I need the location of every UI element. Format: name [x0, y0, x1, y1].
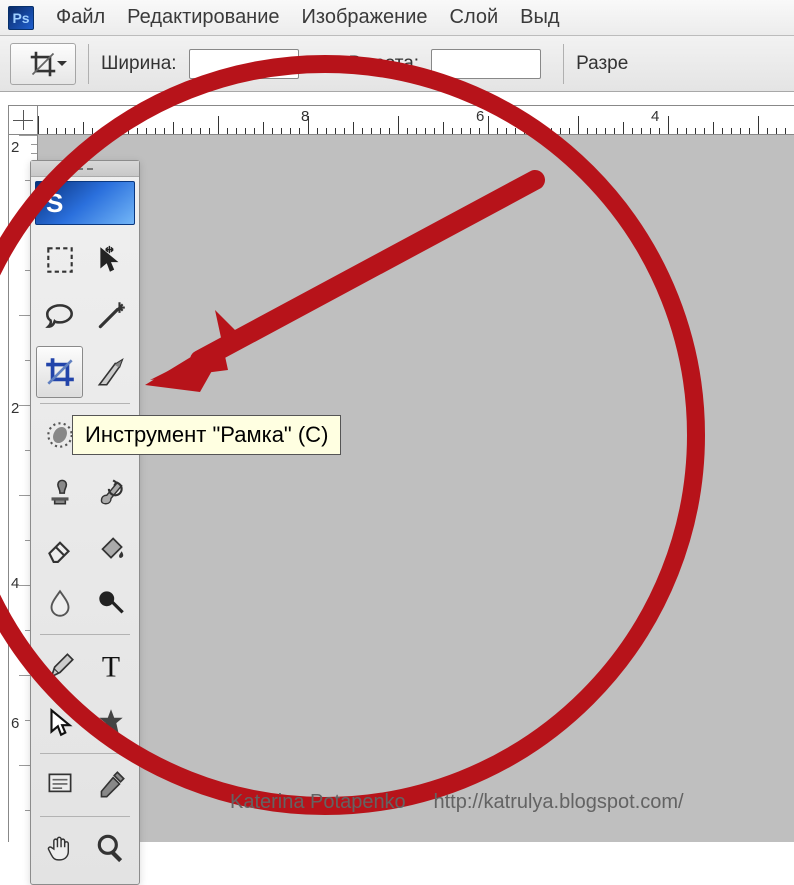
tool-magic-wand[interactable] [87, 290, 134, 342]
tool-path-selection[interactable] [36, 696, 83, 748]
crop-icon [29, 50, 57, 78]
dodge-icon [94, 586, 128, 620]
menu-edit[interactable]: Редактирование [127, 6, 279, 29]
document-canvas[interactable] [38, 135, 794, 842]
eraser-icon [43, 530, 77, 564]
menu-select[interactable]: Выд [520, 6, 559, 29]
ruler-origin[interactable] [8, 105, 38, 135]
author-url: http://katrulya.blogspot.com/ [433, 791, 683, 813]
separator [563, 44, 564, 84]
tool-zoom[interactable] [87, 822, 134, 874]
slice-icon [94, 355, 128, 389]
tool-crop[interactable] [36, 346, 83, 398]
author-name: Katerina Potapenko [230, 791, 406, 813]
tool-hand[interactable] [36, 822, 83, 874]
tool-preset-dropdown[interactable] [11, 44, 75, 84]
ruler-tick-label: 4 [11, 575, 19, 592]
custom-shape-icon [94, 705, 128, 739]
hand-icon [43, 831, 77, 865]
tool-rectangular-marquee[interactable] [36, 234, 83, 286]
app-logo-icon: Ps [8, 6, 34, 30]
eyedropper-icon [94, 768, 128, 802]
ps-logo-mini-icon: S [35, 181, 135, 225]
pen-icon [43, 649, 77, 683]
tool-clone-stamp[interactable] [36, 465, 83, 517]
move-icon [94, 243, 128, 277]
tool-slice[interactable] [87, 346, 134, 398]
tool-eyedropper[interactable] [87, 759, 134, 811]
tool-type[interactable]: T [87, 640, 134, 692]
tool-move[interactable] [87, 234, 134, 286]
photoshop-window: Ps Файл Редактирование Изображение Слой … [0, 0, 794, 842]
menu-bar: Ps Файл Редактирование Изображение Слой … [0, 0, 794, 36]
path-selection-icon [43, 705, 77, 739]
tool-eraser[interactable] [36, 521, 83, 573]
attribution-watermark: Katerina Potapenko http://katrulya.blogs… [230, 791, 684, 814]
ruler-tick-label: 2 [11, 139, 19, 156]
paint-bucket-icon [94, 530, 128, 564]
blur-icon [43, 586, 77, 620]
menu-image[interactable]: Изображение [302, 6, 428, 29]
tool-preset-well[interactable] [10, 43, 76, 85]
ruler-tick-label: 2 [11, 400, 19, 417]
tool-notes[interactable] [36, 759, 83, 811]
tool-lasso[interactable] [36, 290, 83, 342]
menu-layer[interactable]: Слой [450, 6, 499, 29]
clone-stamp-icon [43, 474, 77, 508]
magic-wand-icon [94, 299, 128, 333]
menu-file[interactable]: Файл [56, 6, 105, 29]
swap-dimensions-icon[interactable]: ⇄ [311, 51, 337, 77]
tool-pen[interactable] [36, 640, 83, 692]
zoom-icon [94, 831, 128, 865]
height-input[interactable] [431, 49, 541, 79]
resolution-label: Разре [576, 53, 628, 75]
separator [88, 44, 89, 84]
tool-dodge[interactable] [87, 577, 134, 629]
type-icon: T [94, 649, 128, 683]
ruler-tick-label: 4 [651, 108, 659, 125]
tool-paint-bucket[interactable] [87, 521, 134, 573]
svg-text:T: T [101, 651, 119, 683]
height-label: Высота: [349, 53, 420, 75]
width-label: Ширина: [101, 53, 177, 75]
history-brush-icon [94, 474, 128, 508]
ruler-tick-label: 6 [476, 108, 484, 125]
tool-blur[interactable] [36, 577, 83, 629]
rectangular-marquee-icon [43, 243, 77, 277]
width-input[interactable] [189, 49, 299, 79]
tool-custom-shape[interactable] [87, 696, 134, 748]
panel-grip-icon[interactable] [31, 161, 139, 177]
tools-panel[interactable]: S T [30, 160, 140, 885]
ruler-tick-label: 6 [11, 715, 19, 732]
tool-tooltip: Инструмент "Рамка" (C) [72, 415, 341, 455]
horizontal-ruler[interactable]: 10 8 6 4 [38, 105, 794, 135]
tool-history-brush[interactable] [87, 465, 134, 517]
notes-icon [43, 768, 77, 802]
tool-options-bar: Ширина: ⇄ Высота: Разре [0, 36, 794, 92]
lasso-icon [43, 299, 77, 333]
crop-icon [43, 355, 77, 389]
